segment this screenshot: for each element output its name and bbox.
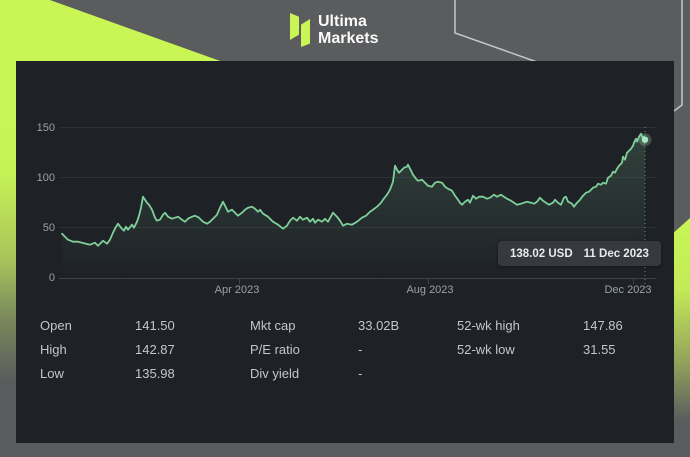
stats-grid: Open 141.50 Mkt cap 33.02B 52-wk high 14… bbox=[40, 313, 663, 385]
decor-outline-parallelogram-right bbox=[674, 0, 682, 111]
stat-label-52wk-high: 52-wk high bbox=[457, 318, 583, 333]
stat-value-52wk-high: 147.86 bbox=[583, 318, 663, 333]
stat-value-52wk-low: 31.55 bbox=[583, 342, 663, 357]
stat-value-div-yield: - bbox=[358, 366, 457, 381]
stat-value-low: 135.98 bbox=[135, 366, 250, 381]
brand-logo: Ultima Markets bbox=[288, 12, 378, 48]
chart-tooltip: 138.02 USD 11 Dec 2023 bbox=[498, 241, 661, 266]
tooltip-date: 11 Dec 2023 bbox=[584, 248, 649, 260]
tooltip-price: 138.02 USD bbox=[510, 248, 573, 260]
brand-name-line2: Markets bbox=[318, 30, 378, 47]
decor-lime-left-strip bbox=[0, 61, 17, 381]
stat-label-low: Low bbox=[40, 366, 135, 381]
stat-value-mktcap: 33.02B bbox=[358, 318, 457, 333]
logo-bar-left bbox=[290, 13, 299, 40]
stat-label-open: Open bbox=[40, 318, 135, 333]
stat-label-52wk-low: 52-wk low bbox=[457, 342, 583, 357]
logo-bar-right bbox=[301, 19, 310, 47]
stat-label-div-yield: Div yield bbox=[250, 366, 358, 381]
stat-label-high: High bbox=[40, 342, 135, 357]
decor-lime-right-wedge bbox=[674, 218, 690, 457]
brand-name: Ultima Markets bbox=[318, 13, 378, 48]
app-canvas: Ultima Markets 150 100 50 0 Apr 2023 Aug… bbox=[0, 0, 690, 457]
last-price-dot bbox=[642, 137, 648, 143]
stat-label-pe-ratio: P/E ratio bbox=[250, 342, 358, 357]
stat-value-pe-ratio: - bbox=[358, 342, 457, 357]
decor-lime-topleft-shape bbox=[0, 0, 223, 62]
stock-chart-panel: 150 100 50 0 Apr 2023 Aug 2023 Dec 2023 bbox=[16, 61, 674, 443]
brand-name-line1: Ultima bbox=[318, 13, 378, 30]
ultima-markets-logo-icon bbox=[288, 12, 312, 48]
stat-value-open: 141.50 bbox=[135, 318, 250, 333]
stat-label-mktcap: Mkt cap bbox=[250, 318, 358, 333]
decor-outline-parallelogram-left bbox=[455, 0, 537, 62]
stat-value-high: 142.87 bbox=[135, 342, 250, 357]
